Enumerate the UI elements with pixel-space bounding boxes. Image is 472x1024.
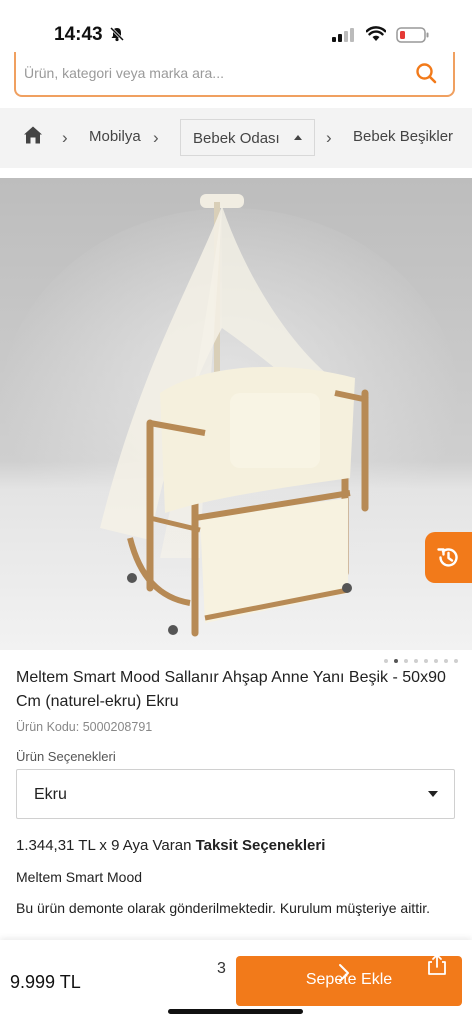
carousel-dot[interactable] <box>434 659 438 663</box>
home-indicator <box>168 1009 303 1014</box>
status-bar: 14:43 <box>0 0 472 56</box>
wifi-icon <box>365 26 387 47</box>
crib-illustration <box>0 178 472 650</box>
installment-text: 1.344,31 TL x 9 Aya Varan <box>16 837 196 854</box>
breadcrumb-item-bebek-besikler[interactable]: Bebek Beşikler <box>353 128 453 145</box>
carousel-dot[interactable] <box>454 659 458 663</box>
product-option-select[interactable]: Ekru <box>16 769 455 819</box>
page-indicator: 3 <box>217 960 226 977</box>
breadcrumb-select-label: Bebek Odası <box>193 130 280 147</box>
status-time: 14:43 <box>54 24 103 45</box>
carousel-dot[interactable] <box>404 659 408 663</box>
bell-slash-icon <box>109 26 125 47</box>
breadcrumb-item-mobilya[interactable]: Mobilya <box>89 128 141 145</box>
product-title: Meltem Smart Mood Sallanır Ahşap Anne Ya… <box>16 669 446 710</box>
product-price: 9.999 TL <box>10 972 81 992</box>
battery-low-icon <box>396 27 430 48</box>
carousel-dot[interactable] <box>424 659 428 663</box>
cellular-signal-icon <box>332 28 356 47</box>
installment-info[interactable]: 1.344,31 TL x 9 Aya Varan Taksit Seçenek… <box>16 837 325 854</box>
share-icon[interactable] <box>424 952 450 983</box>
installment-options-link[interactable]: Taksit Seçenekleri <box>196 837 326 854</box>
carousel-dot[interactable] <box>394 659 398 663</box>
assembly-info: Bu ürün demonte olarak gönderilmektedir.… <box>16 900 430 916</box>
add-to-cart-button[interactable]: Sepete Ekle <box>236 954 462 1006</box>
bottom-action-bar: 9.999 TL 3 Sepete Ekle <box>0 940 472 1024</box>
history-icon <box>436 545 461 575</box>
search-input[interactable]: Ürün, kategori veya marka ara... <box>14 52 455 97</box>
product-options-label: Ürün Seçenekleri <box>16 749 116 764</box>
brand-name[interactable]: Meltem Smart Mood <box>16 869 142 885</box>
product-image[interactable] <box>0 178 472 650</box>
chevron-right-icon: › <box>153 128 159 147</box>
carousel-dot[interactable] <box>384 659 388 663</box>
chevron-right-icon: › <box>62 128 68 147</box>
history-button[interactable] <box>425 532 472 583</box>
breadcrumb: › Mobilya › Bebek Odası › Bebek Beşikler <box>0 108 472 168</box>
chevron-right-icon <box>336 961 352 990</box>
breadcrumb-category-select[interactable]: Bebek Odası <box>180 119 315 156</box>
carousel-dot[interactable] <box>444 659 448 663</box>
carousel-dot[interactable] <box>414 659 418 663</box>
home-icon[interactable] <box>23 125 43 150</box>
caret-up-icon <box>294 135 302 140</box>
chevron-right-icon: › <box>326 128 332 147</box>
product-code: Ürün Kodu: 5000208791 <box>16 720 153 734</box>
search-placeholder: Ürün, kategori veya marka ara... <box>24 65 224 81</box>
search-icon[interactable] <box>415 62 437 89</box>
caret-down-icon <box>428 791 438 797</box>
selected-option-value: Ekru <box>34 786 67 803</box>
image-carousel-dots[interactable] <box>384 659 458 663</box>
